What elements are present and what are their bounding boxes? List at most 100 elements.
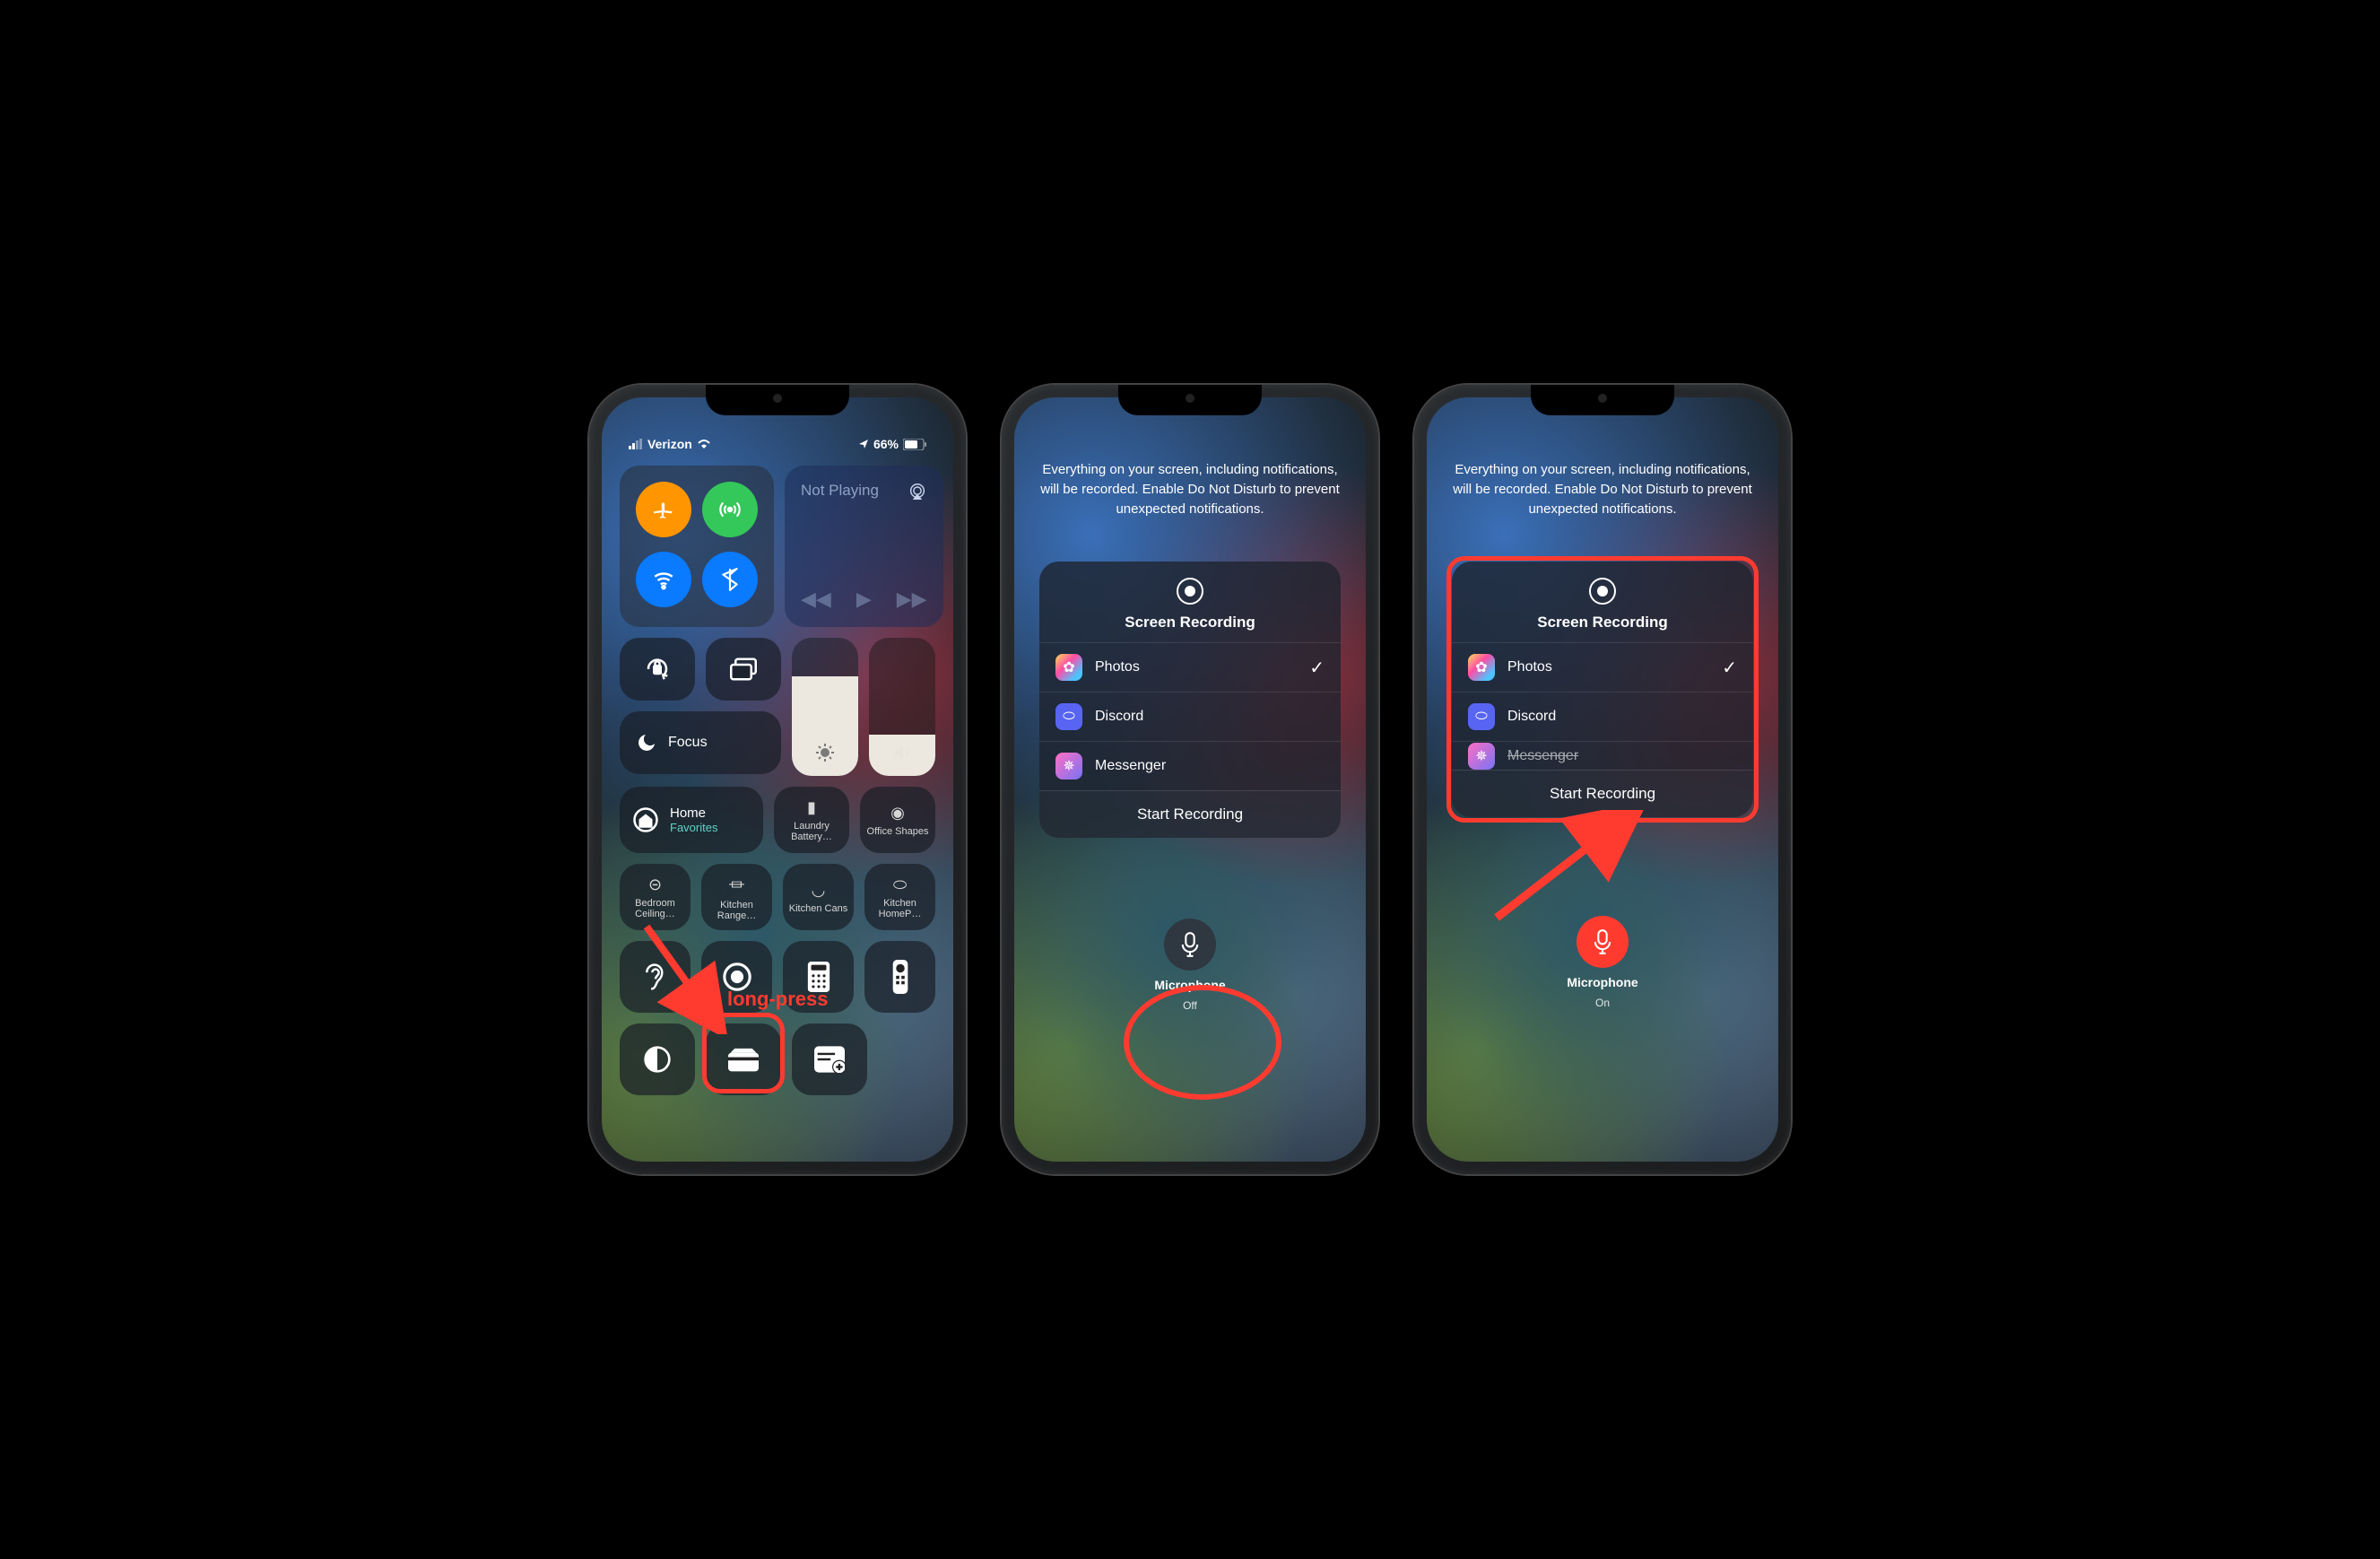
notch <box>1118 385 1262 415</box>
photos-app-icon: ✿ <box>1468 654 1495 681</box>
wifi-icon <box>652 568 675 591</box>
photos-app-icon: ✿ <box>1055 654 1082 681</box>
home-favorites-button[interactable]: Home Favorites <box>620 787 763 853</box>
accessory-kitchen-range[interactable]: ⏛ Kitchen Range… <box>701 864 772 930</box>
microphone-state: Off <box>1183 999 1197 1012</box>
start-recording-button[interactable]: Start Recording <box>1452 770 1753 817</box>
orientation-lock-button[interactable] <box>620 638 695 701</box>
phone-frame-1: Verizon 66% <box>589 385 966 1174</box>
homepod-icon: ⬭ <box>893 875 907 894</box>
accessory-laundry[interactable]: ▮ Laundry Battery… <box>774 787 849 853</box>
wifi-toggle[interactable] <box>636 552 691 607</box>
note-plus-icon <box>814 1046 845 1073</box>
remote-icon <box>892 960 908 994</box>
recording-info-text: Everything on your screen, including not… <box>1452 460 1753 518</box>
checkmark-icon: ✓ <box>1722 657 1737 679</box>
antenna-icon <box>718 498 742 521</box>
discord-app-icon: ⬭ <box>1055 703 1082 730</box>
recording-sheet: Screen Recording ✿ Photos ✓ ⬭ Discord ✵ … <box>1039 562 1341 838</box>
microphone-toggle[interactable] <box>1164 919 1216 971</box>
accessory-label: Office Shapes <box>867 826 929 837</box>
airplane-mode-toggle[interactable] <box>636 482 691 537</box>
next-track-icon[interactable]: ▶▶ <box>897 588 927 611</box>
start-recording-label: Start Recording <box>1137 806 1243 823</box>
moon-icon <box>636 732 657 753</box>
home-title: Home <box>670 806 717 821</box>
recording-sheet: Screen Recording ✿ Photos ✓ ⬭ Discord <box>1452 562 1753 817</box>
home-subtitle: Favorites <box>670 821 717 834</box>
accessory-kitchen-cans[interactable]: ◡ Kitchen Cans <box>783 864 854 930</box>
recording-info-text: Everything on your screen, including not… <box>1039 460 1341 518</box>
brightness-icon <box>814 742 836 763</box>
accessory-office-shapes[interactable]: ◉ Office Shapes <box>860 787 935 853</box>
previous-track-icon[interactable]: ◀◀ <box>801 588 831 611</box>
microphone-icon <box>1180 932 1200 957</box>
screen-mirroring-button[interactable] <box>706 638 781 701</box>
ear-icon <box>642 962 669 992</box>
light-icon: ◡ <box>812 881 826 900</box>
calculator-icon <box>807 962 830 992</box>
fan-icon: ⊝ <box>648 875 662 894</box>
destination-messenger[interactable]: ✵ Messenger <box>1039 741 1341 790</box>
light-icon: ◉ <box>890 804 905 823</box>
microphone-label: Microphone <box>1154 978 1225 992</box>
microphone-toggle[interactable] <box>1577 916 1629 968</box>
screen-recording-button[interactable] <box>701 941 772 1013</box>
accessory-label: Kitchen Range… <box>705 900 769 921</box>
destination-label: Messenger <box>1095 758 1166 774</box>
light-icon: ⏛ <box>729 873 745 896</box>
dark-mode-button[interactable] <box>620 1023 695 1095</box>
screen-recording-options-mic-off: Everything on your screen, including not… <box>1014 397 1366 1162</box>
record-icon <box>1589 578 1616 605</box>
phone-frame-2: Everything on your screen, including not… <box>1002 385 1378 1174</box>
focus-button[interactable]: Focus <box>620 711 781 774</box>
home-icon <box>632 806 659 833</box>
screen-mirroring-icon <box>730 658 757 681</box>
signal-icon <box>629 439 643 449</box>
calculator-button[interactable] <box>783 941 854 1013</box>
battery-accessory-icon: ▮ <box>807 798 816 817</box>
quick-note-button[interactable] <box>792 1023 867 1095</box>
focus-label: Focus <box>668 735 708 751</box>
destination-photos[interactable]: ✿ Photos ✓ <box>1039 642 1341 692</box>
destination-label: Discord <box>1095 709 1143 725</box>
accessory-label: Laundry Battery… <box>777 821 846 842</box>
volume-slider[interactable] <box>869 638 935 776</box>
connectivity-module[interactable] <box>620 466 774 627</box>
orientation-lock-icon <box>644 656 671 683</box>
brightness-slider[interactable] <box>792 638 858 776</box>
microphone-icon <box>1593 929 1612 954</box>
destination-label: Photos <box>1507 659 1552 675</box>
notch <box>706 385 849 415</box>
carrier-label: Verizon <box>647 437 692 451</box>
accessory-bedroom-ceiling[interactable]: ⊝ Bedroom Ceiling… <box>620 864 691 930</box>
destination-label: Photos <box>1095 659 1140 675</box>
sheet-title: Screen Recording <box>1537 614 1668 631</box>
cellular-data-toggle[interactable] <box>702 482 758 537</box>
accessory-kitchen-homepod[interactable]: ⬭ Kitchen HomeP… <box>864 864 935 930</box>
wallet-button[interactable] <box>706 1023 781 1095</box>
media-module[interactable]: Not Playing ◀◀ ▶ ▶▶ <box>785 466 943 627</box>
remote-button[interactable] <box>864 941 935 1013</box>
destination-discord[interactable]: ⬭ Discord <box>1039 692 1341 741</box>
battery-icon <box>903 439 926 450</box>
destination-discord[interactable]: ⬭ Discord <box>1452 692 1753 741</box>
checkmark-icon: ✓ <box>1309 657 1325 679</box>
destination-messenger[interactable]: ✵ Messenger <box>1452 741 1753 770</box>
location-icon <box>858 439 869 449</box>
discord-app-icon: ⬭ <box>1468 703 1495 730</box>
record-icon <box>1177 578 1203 605</box>
destination-photos[interactable]: ✿ Photos ✓ <box>1452 642 1753 692</box>
record-icon <box>722 962 752 992</box>
bluetooth-toggle[interactable] <box>702 552 758 607</box>
start-recording-button[interactable]: Start Recording <box>1039 790 1341 838</box>
sheet-title: Screen Recording <box>1125 614 1255 631</box>
destination-label: Messenger <box>1507 748 1578 764</box>
phone-frame-3: Everything on your screen, including not… <box>1414 385 1791 1174</box>
hearing-button[interactable] <box>620 941 691 1013</box>
play-icon[interactable]: ▶ <box>856 588 872 611</box>
destination-label: Discord <box>1507 709 1556 725</box>
airplay-icon[interactable] <box>908 482 927 501</box>
status-bar: Verizon 66% <box>620 433 935 455</box>
screen-control-center: Verizon 66% <box>602 397 953 1162</box>
